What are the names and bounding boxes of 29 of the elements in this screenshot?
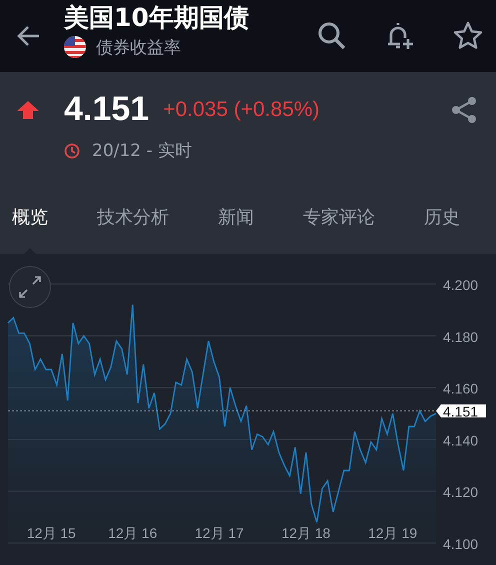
ref-line-label: 4.151: [443, 403, 478, 420]
x-axis-label: 12月 19: [368, 525, 418, 541]
x-axis-label: 12月 16: [108, 525, 158, 541]
tab[interactable]: 新闻: [218, 180, 254, 254]
y-axis-label: 4.180: [443, 328, 478, 345]
page-title: 美国10年期国债: [64, 2, 250, 34]
price-change: +0.035 (+0.85%): [163, 98, 321, 122]
x-axis-label: 12月 18: [281, 525, 330, 541]
clock-icon: [64, 142, 80, 158]
flag-icon: [64, 36, 86, 58]
page-subtitle: 债券收益率: [96, 36, 181, 58]
tab[interactable]: 技术分析: [97, 180, 169, 254]
share-icon[interactable]: [450, 96, 478, 124]
x-axis-label: 12月 15: [26, 525, 76, 541]
y-axis-label: 4.140: [443, 432, 478, 448]
y-axis-label: 4.120: [443, 484, 478, 500]
y-axis-label: 4.100: [443, 536, 478, 552]
search-icon[interactable]: [316, 20, 348, 52]
tab[interactable]: 专家评论: [303, 180, 375, 254]
price-value: 4.151: [64, 90, 150, 129]
star-icon[interactable]: [452, 20, 484, 52]
y-axis-label: 4.200: [443, 277, 478, 293]
expand-icon[interactable]: [9, 266, 51, 308]
x-axis-label: 12月 17: [194, 525, 244, 541]
y-axis-label: 4.160: [443, 380, 478, 397]
tab[interactable]: 概览: [12, 180, 48, 254]
tab[interactable]: 历史: [424, 180, 460, 254]
quote-time: 20/12 - 实时: [92, 140, 192, 162]
price-tag: 4.151: [436, 403, 486, 420]
